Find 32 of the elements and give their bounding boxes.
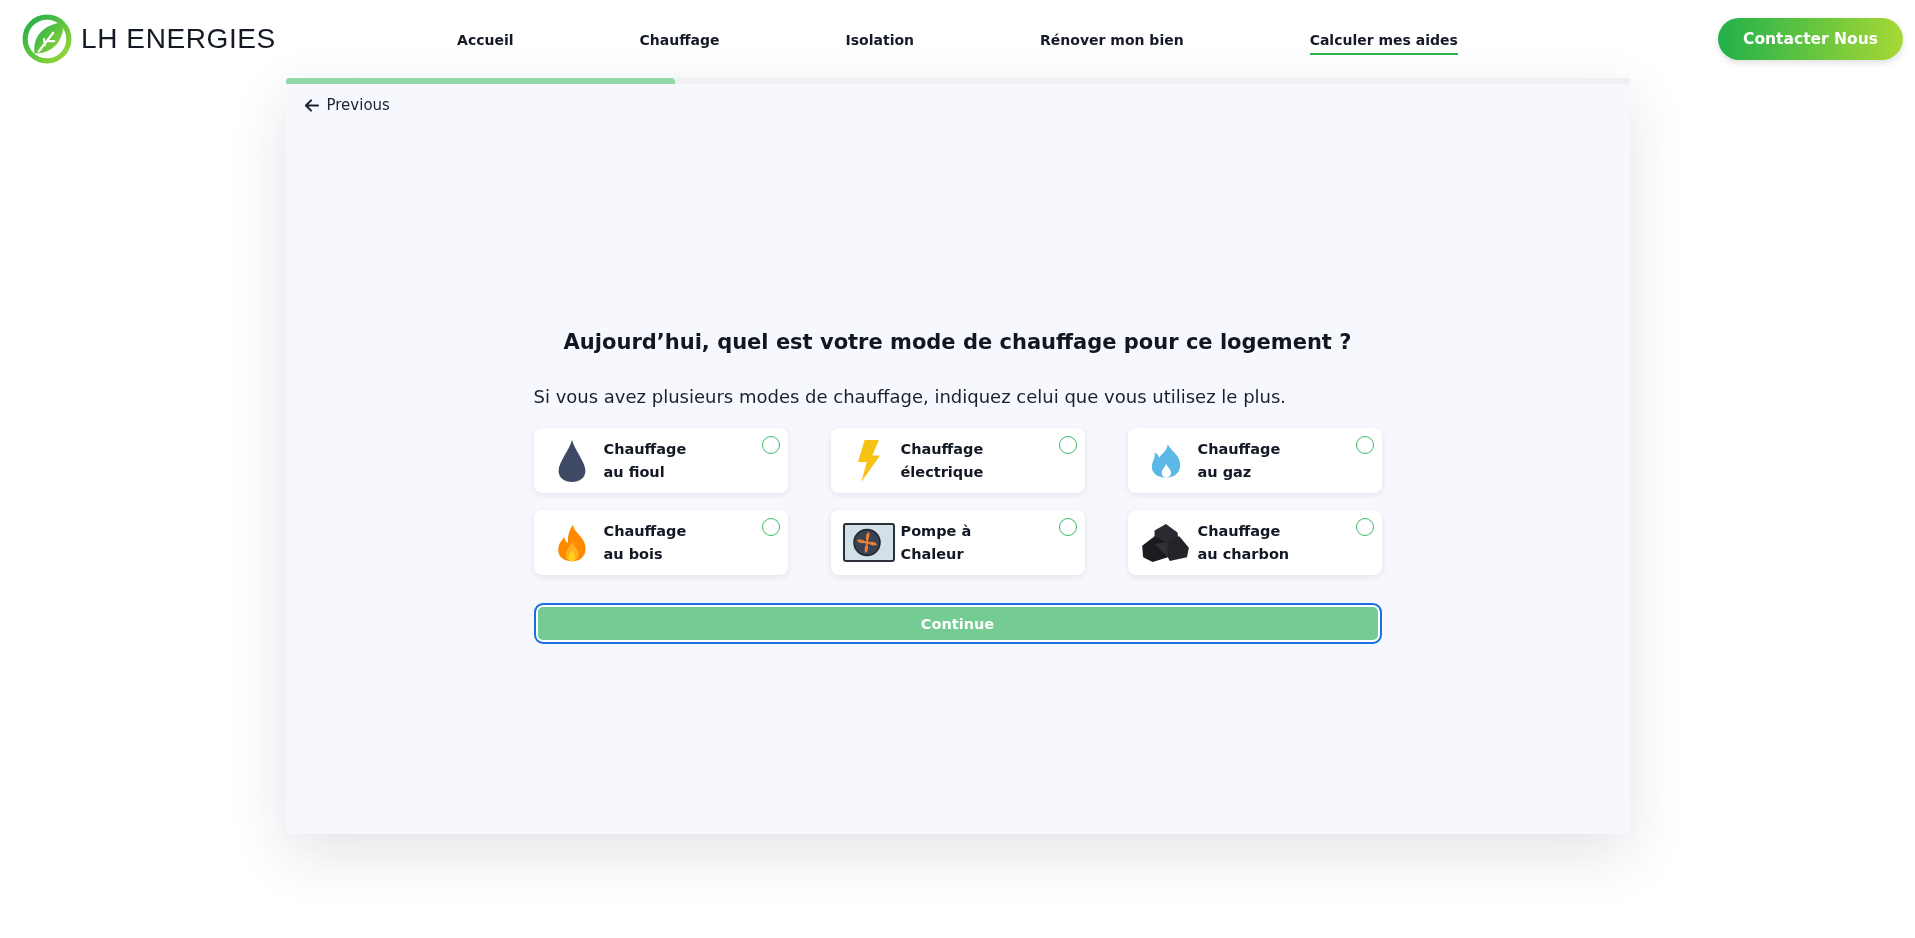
heating-option[interactable]: Chauffage au charbon — [1127, 510, 1382, 575]
option-label: Pompe à Chaleur — [900, 521, 972, 564]
drop-icon — [556, 438, 587, 483]
nav-link[interactable]: Rénover mon bien — [1040, 27, 1184, 55]
radio-button[interactable] — [1355, 436, 1374, 454]
coal-icon — [1139, 522, 1192, 563]
heating-option[interactable]: Chauffage au gaz — [1127, 428, 1382, 493]
heating-option[interactable]: Pompe à Chaleur — [830, 510, 1085, 575]
radio-button[interactable] — [1355, 518, 1374, 536]
radio-button[interactable] — [761, 518, 780, 536]
radio-button[interactable] — [1058, 518, 1077, 536]
nav-link[interactable]: Isolation — [845, 27, 915, 55]
question-title: Aujourd’hui, quel est votre mode de chauffage pour ce logement ? — [562, 329, 1353, 356]
logo-text: LH ENERGIES — [81, 23, 276, 55]
leaf-logo-icon — [22, 14, 72, 64]
heat-pump-icon — [842, 522, 895, 563]
option-label: Chauffage électrique — [900, 439, 984, 482]
nav-link[interactable]: Accueil — [457, 27, 514, 55]
left-arrow-icon — [303, 98, 319, 112]
radio-button[interactable] — [761, 436, 780, 454]
previous-link[interactable]: Previous — [301, 94, 392, 116]
question-hint: Si vous avez plusieurs modes de chauffage, indiquez celui que vous utilisez le plus. — [533, 386, 1288, 408]
nav-link[interactable]: Calculer mes aides — [1309, 27, 1458, 55]
heating-option[interactable]: Chauffage au bois — [533, 510, 788, 575]
radio-button[interactable] — [1058, 436, 1077, 454]
option-label: Chauffage au fioul — [603, 439, 687, 482]
option-label: Chauffage au gaz — [1197, 439, 1281, 482]
nav-link[interactable]: Chauffage — [639, 27, 720, 55]
heating-option[interactable]: Chauffage au fioul — [533, 428, 788, 493]
heating-option[interactable]: Chauffage électrique — [830, 428, 1085, 493]
option-label: Chauffage au charbon — [1197, 521, 1290, 564]
option-label: Chauffage au bois — [603, 521, 687, 564]
